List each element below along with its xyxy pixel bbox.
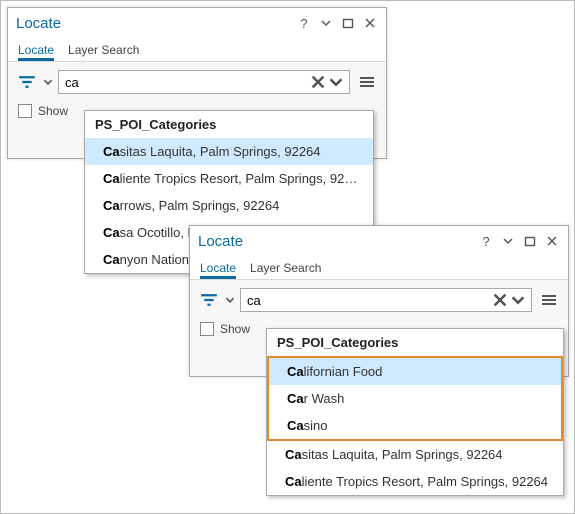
tab-locate[interactable]: Locate <box>18 43 54 61</box>
show-label: Show <box>220 322 250 336</box>
highlighted-group: Californian FoodCar WashCasino <box>267 356 563 441</box>
filter-dropdown-icon[interactable] <box>42 71 54 93</box>
suggestion-item[interactable]: Casitas Laquita, Palm Springs, 92264 <box>85 138 373 165</box>
filter-icon[interactable] <box>16 71 38 93</box>
close-icon[interactable] <box>542 231 562 251</box>
show-checkbox[interactable] <box>18 104 32 118</box>
tab-layer-search[interactable]: Layer Search <box>250 261 321 279</box>
dropdown-list: Casitas Laquita, Palm Springs, 92264Cali… <box>267 441 563 495</box>
search-input[interactable] <box>245 293 491 308</box>
suggestions-dropdown: PS_POI_Categories Californian FoodCar Wa… <box>266 328 564 496</box>
menu-icon[interactable] <box>356 71 378 93</box>
panel-title: Locate <box>198 233 474 250</box>
close-icon[interactable] <box>360 13 380 33</box>
tab-bar: Locate Layer Search <box>8 38 386 62</box>
suggestion-item[interactable]: Caliente Tropics Resort, Palm Springs, 9… <box>85 165 373 192</box>
tab-layer-search[interactable]: Layer Search <box>68 43 139 61</box>
suggestion-item[interactable]: Car Wash <box>269 385 561 412</box>
tab-bar: Locate Layer Search <box>190 256 568 280</box>
chevron-down-icon[interactable] <box>316 13 336 33</box>
search-row <box>198 288 560 312</box>
menu-icon[interactable] <box>538 289 560 311</box>
clear-icon[interactable] <box>491 291 509 309</box>
suggestion-item[interactable]: Californian Food <box>269 358 561 385</box>
help-icon[interactable]: ? <box>476 231 496 251</box>
help-icon[interactable]: ? <box>294 13 314 33</box>
titlebar: Locate ? <box>190 226 568 256</box>
show-checkbox[interactable] <box>200 322 214 336</box>
maximize-icon[interactable] <box>520 231 540 251</box>
search-input-container <box>58 70 350 94</box>
tab-locate[interactable]: Locate <box>200 261 236 279</box>
panel-title: Locate <box>16 15 292 32</box>
filter-dropdown-icon[interactable] <box>224 289 236 311</box>
maximize-icon[interactable] <box>338 13 358 33</box>
dropdown-header: PS_POI_Categories <box>267 329 563 356</box>
locate-panel-2: Locate ? Locate Layer Search <box>189 225 569 377</box>
suggestion-item[interactable]: Casitas Laquita, Palm Springs, 92264 <box>267 441 563 468</box>
show-label: Show <box>38 104 68 118</box>
dropdown-header: PS_POI_Categories <box>85 111 373 138</box>
search-input-container <box>240 288 532 312</box>
titlebar: Locate ? <box>8 8 386 38</box>
suggestion-item[interactable]: Carrows, Palm Springs, 92264 <box>85 192 373 219</box>
search-row <box>16 70 378 94</box>
search-dropdown-icon[interactable] <box>327 73 345 91</box>
locate-panel-1: Locate ? Locate Layer Search <box>7 7 387 159</box>
filter-icon[interactable] <box>198 289 220 311</box>
search-input[interactable] <box>63 75 309 90</box>
clear-icon[interactable] <box>309 73 327 91</box>
suggestion-item[interactable]: Caliente Tropics Resort, Palm Springs, 9… <box>267 468 563 495</box>
suggestion-item[interactable]: Casino <box>269 412 561 439</box>
chevron-down-icon[interactable] <box>498 231 518 251</box>
search-dropdown-icon[interactable] <box>509 291 527 309</box>
